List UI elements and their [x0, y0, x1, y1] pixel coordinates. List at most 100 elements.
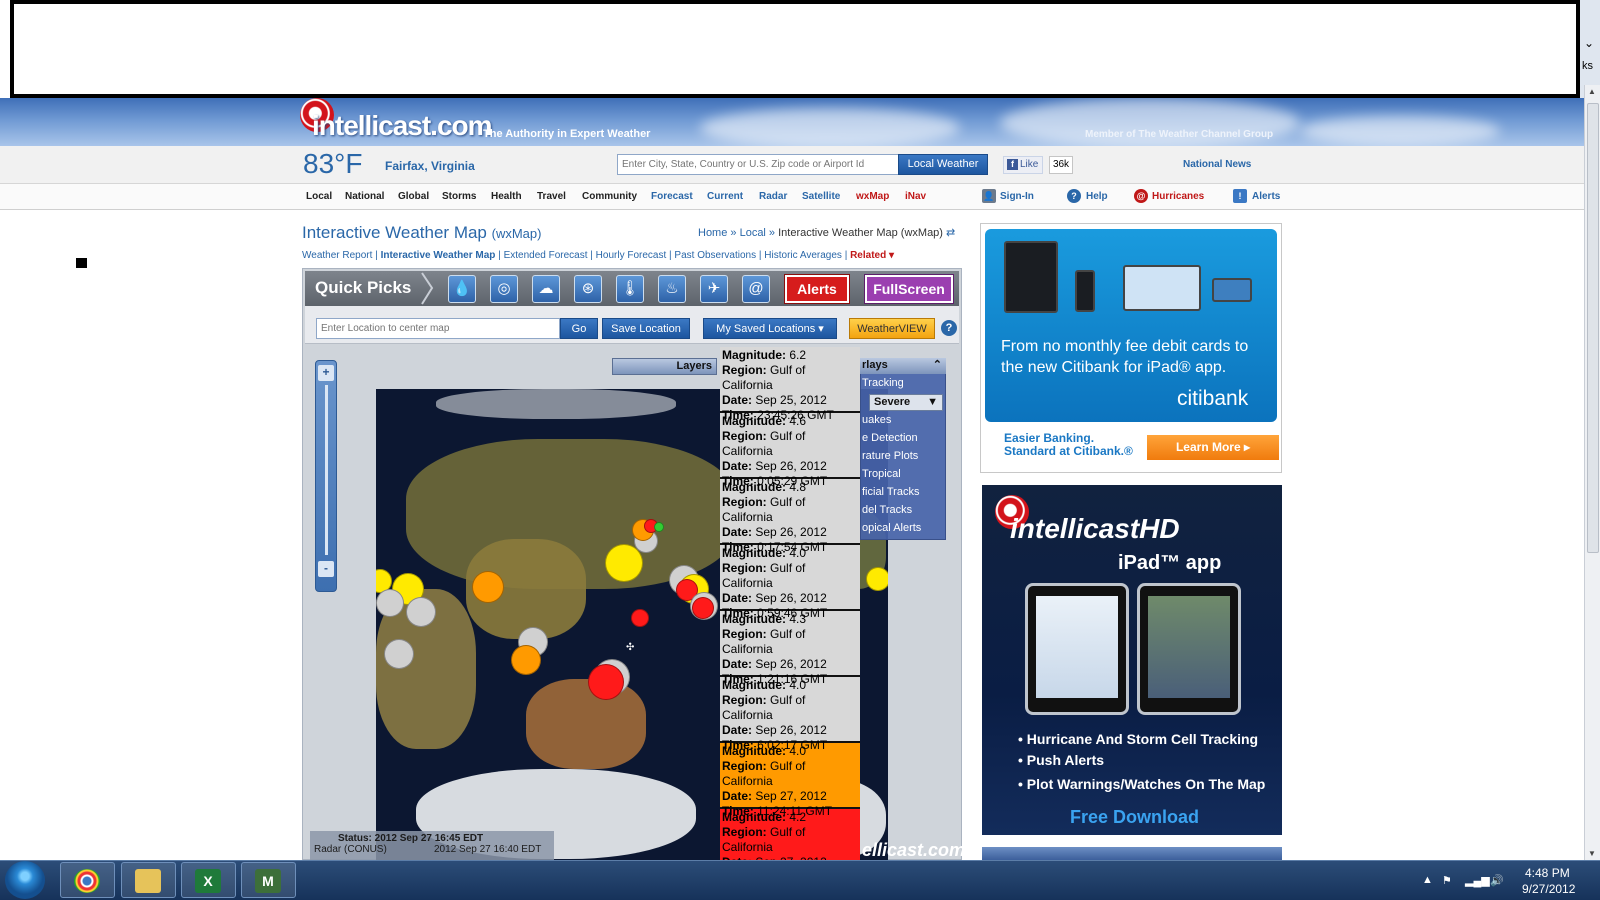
- volume-icon[interactable]: 🔊: [1490, 874, 1504, 887]
- aviation-icon[interactable]: ✈: [700, 275, 728, 303]
- quake-marker[interactable]: [472, 571, 504, 603]
- nav-alerts[interactable]: Alerts: [1252, 191, 1280, 202]
- sublink-past-observations[interactable]: Past Observations: [674, 250, 756, 261]
- map-alerts-button[interactable]: Alerts: [784, 274, 850, 304]
- national-news-link[interactable]: National News: [1183, 159, 1251, 170]
- nav-item-global[interactable]: Global: [398, 191, 429, 202]
- sublink-historic-averages[interactable]: Historic Averages: [764, 250, 842, 261]
- nav-item-satellite[interactable]: Satellite: [802, 191, 840, 202]
- clock-time[interactable]: 4:48 PM: [1525, 866, 1570, 880]
- clock-date[interactable]: 9/27/2012: [1522, 882, 1575, 896]
- save-location-button[interactable]: Save Location: [602, 318, 690, 339]
- quake-popup[interactable]: Magnitude: 4.0 Region: Gulf of California…: [720, 545, 860, 620]
- weatherview-button[interactable]: WeatherVIEW: [849, 318, 935, 339]
- site-logo-text[interactable]: intellicast.com: [312, 110, 493, 142]
- overlay-lightning-detection[interactable]: e Detection: [862, 432, 918, 444]
- fire-icon[interactable]: ♨: [658, 275, 686, 303]
- overlay-earthquakes[interactable]: uakes: [862, 414, 891, 426]
- radar-icon[interactable]: ◎: [490, 275, 518, 303]
- nav-item-health[interactable]: Health: [491, 191, 522, 202]
- saved-locations-dropdown[interactable]: My Saved Locations ▾: [703, 318, 837, 339]
- nav-item-national[interactable]: National: [345, 191, 384, 202]
- nav-hurricanes[interactable]: Hurricanes: [1152, 191, 1204, 202]
- nav-help[interactable]: Help: [1086, 191, 1108, 202]
- hurricane-quick-icon[interactable]: @: [742, 275, 770, 303]
- layers-tab[interactable]: Layers: [612, 358, 717, 375]
- saved-locations-label: My Saved Locations: [716, 323, 816, 335]
- nav-item-community[interactable]: Community: [582, 191, 637, 202]
- sublink-hourly-forecast[interactable]: Hourly Forecast: [596, 250, 667, 261]
- page-scrollbar[interactable]: ▲ ▼: [1584, 85, 1600, 860]
- quake-popup[interactable]: Magnitude: 4.6 Region: Gulf of California…: [720, 413, 860, 488]
- quake-popup[interactable]: Magnitude: 6.2 Region: Gulf of California…: [720, 347, 860, 422]
- zoom-in-button[interactable]: +: [318, 365, 334, 381]
- quake-popup[interactable]: Magnitude: 4.8 Region: Gulf of California…: [720, 479, 860, 554]
- overlay-tropical[interactable]: Tropical: [862, 468, 901, 480]
- overlay-tropical-alerts[interactable]: opical Alerts: [862, 522, 921, 534]
- location-search-input[interactable]: [617, 154, 899, 175]
- quake-marker[interactable]: [654, 522, 664, 532]
- quake-marker[interactable]: [384, 639, 414, 669]
- quake-popup[interactable]: Magnitude: 4.3 Region: Gulf of California…: [720, 611, 860, 686]
- free-download-link[interactable]: Free Download: [1070, 807, 1199, 828]
- zoom-track[interactable]: [325, 385, 328, 555]
- zoom-out-button[interactable]: -: [318, 561, 334, 577]
- severe-select[interactable]: Severe ▼: [869, 394, 943, 411]
- quake-popup[interactable]: Magnitude: 4.2 Region: Gulf of California…: [720, 809, 860, 860]
- quake-popup[interactable]: Magnitude: 4.0 Region: Gulf of California…: [720, 743, 860, 818]
- collapse-icon[interactable]: ⌃: [933, 358, 942, 373]
- sublink-extended-forecast[interactable]: Extended Forecast: [504, 250, 588, 261]
- scroll-down-arrow-icon[interactable]: ▼: [1588, 849, 1596, 858]
- learn-more-button[interactable]: Learn More ▸: [1147, 435, 1279, 460]
- overlay-tracking[interactable]: Tracking: [862, 377, 904, 389]
- overlays-header[interactable]: rlays ⌃: [860, 358, 946, 374]
- share-icon[interactable]: ⇄: [946, 227, 955, 239]
- nav-item-wxmap[interactable]: wxMap: [856, 191, 889, 202]
- center-map-input[interactable]: [316, 318, 560, 339]
- fullscreen-button[interactable]: FullScreen: [864, 274, 954, 304]
- breadcrumb-home[interactable]: Home: [698, 227, 727, 239]
- overlay-temperature-plots[interactable]: rature Plots: [862, 450, 918, 462]
- quake-marker[interactable]: [376, 589, 404, 617]
- start-button-icon[interactable]: [5, 861, 45, 899]
- cloud-icon[interactable]: ☁: [532, 275, 560, 303]
- local-weather-button[interactable]: Local Weather: [898, 154, 988, 175]
- current-city[interactable]: Fairfax, Virginia: [385, 159, 475, 173]
- go-button[interactable]: Go: [560, 318, 598, 339]
- temperature-icon[interactable]: 🌡: [616, 275, 644, 303]
- sublink-interactive-map[interactable]: Interactive Weather Map: [381, 250, 496, 261]
- related-dropdown[interactable]: Related ▾: [850, 250, 894, 261]
- quake-marker[interactable]: [406, 597, 436, 627]
- network-icon[interactable]: ▂▄▆: [1465, 874, 1490, 887]
- sublink-weather-report[interactable]: Weather Report: [302, 250, 372, 261]
- quake-magnitude-value: 4.0: [789, 744, 807, 758]
- quake-marker[interactable]: [511, 645, 541, 675]
- overlay-model-tracks[interactable]: del Tracks: [862, 504, 912, 516]
- scrollbar-thumb[interactable]: [1587, 103, 1599, 553]
- quake-marker[interactable]: [588, 664, 624, 700]
- quake-popup[interactable]: Magnitude: 4.0 Region: Gulf of California…: [720, 677, 860, 752]
- overlay-official-tracks[interactable]: ficial Tracks: [862, 486, 919, 498]
- nav-item-storms[interactable]: Storms: [442, 191, 476, 202]
- zoom-slider[interactable]: + -: [315, 360, 337, 592]
- nav-item-inav[interactable]: iNav: [905, 191, 926, 202]
- nav-item-forecast[interactable]: Forecast: [651, 191, 693, 202]
- chevron-icon[interactable]: ⌄: [1584, 36, 1594, 50]
- quake-marker[interactable]: [631, 609, 649, 627]
- show-hidden-icons-icon[interactable]: ▲: [1422, 874, 1433, 886]
- action-center-icon[interactable]: ⚑: [1442, 874, 1452, 887]
- nav-sign-in[interactable]: Sign-In: [1000, 191, 1034, 202]
- facebook-like-button[interactable]: f Like: [1003, 156, 1043, 174]
- quake-magnitude-row: Magnitude: 4.3: [722, 612, 858, 627]
- nav-item-current[interactable]: Current: [707, 191, 743, 202]
- scroll-up-arrow-icon[interactable]: ▲: [1588, 87, 1596, 96]
- map-help-icon[interactable]: ?: [941, 320, 957, 336]
- quake-marker[interactable]: [866, 567, 888, 591]
- nav-item-travel[interactable]: Travel: [537, 191, 566, 202]
- precipitation-icon[interactable]: 💧: [448, 275, 476, 303]
- quake-marker[interactable]: [692, 597, 714, 619]
- driving-icon[interactable]: ⊛: [574, 275, 602, 303]
- breadcrumb-local[interactable]: Local: [740, 227, 766, 239]
- nav-item-local[interactable]: Local: [306, 191, 332, 202]
- nav-item-radar[interactable]: Radar: [759, 191, 787, 202]
